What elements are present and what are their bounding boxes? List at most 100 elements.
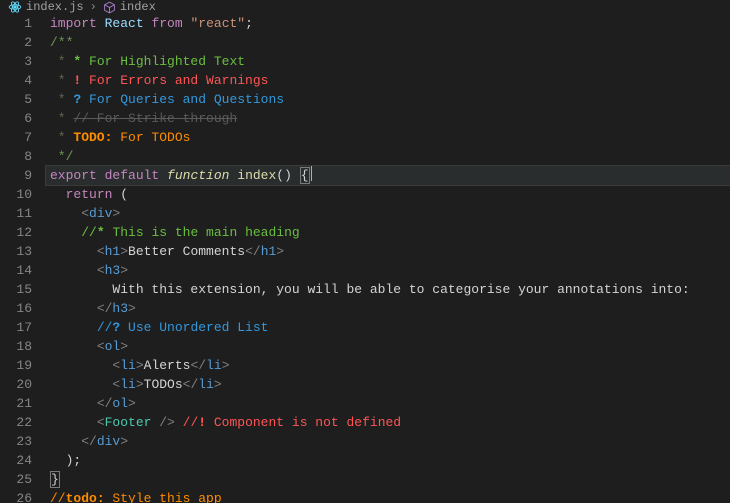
- code-line[interactable]: import React from "react";: [46, 14, 730, 33]
- code-token: [50, 339, 97, 354]
- line-number: 5: [0, 90, 32, 109]
- code-line[interactable]: </ol>: [46, 394, 730, 413]
- code-token: </: [245, 244, 261, 259]
- code-line[interactable]: * TODO: For TODOs: [46, 128, 730, 147]
- code-token: TODO:: [73, 130, 112, 145]
- line-number: 17: [0, 318, 32, 337]
- code-token: [292, 168, 300, 183]
- line-number: 18: [0, 337, 32, 356]
- code-token: </: [97, 301, 113, 316]
- code-line[interactable]: <li>TODOs</li>: [46, 375, 730, 394]
- code-token: *: [50, 111, 73, 126]
- code-token: [50, 396, 97, 411]
- code-token: React: [105, 16, 144, 31]
- code-line[interactable]: * * For Highlighted Text: [46, 52, 730, 71]
- code-token: For Errors and Warnings: [81, 73, 268, 88]
- code-token: *: [50, 73, 73, 88]
- code-token: function: [167, 168, 229, 183]
- line-number: 14: [0, 261, 32, 280]
- line-number: 6: [0, 109, 32, 128]
- code-token: }: [50, 471, 60, 488]
- line-number: 12: [0, 223, 32, 242]
- code-token: (: [112, 187, 128, 202]
- line-number: 20: [0, 375, 32, 394]
- code-editor[interactable]: 1234567891011121314151617181920212223242…: [0, 14, 730, 503]
- code-token: >: [276, 244, 284, 259]
- line-number-gutter: 1234567891011121314151617181920212223242…: [0, 14, 46, 503]
- code-token: from: [151, 16, 182, 31]
- breadcrumb[interactable]: index.js › index: [0, 0, 730, 14]
- text-cursor: [311, 166, 312, 181]
- code-token: >: [120, 244, 128, 259]
- line-number: 4: [0, 71, 32, 90]
- code-token: *: [50, 92, 73, 107]
- code-line[interactable]: }: [46, 470, 730, 489]
- code-token: [50, 377, 112, 392]
- code-line[interactable]: export default function index() {: [46, 166, 730, 185]
- code-line[interactable]: With this extension, you will be able to…: [46, 280, 730, 299]
- code-token: TODOs: [144, 377, 183, 392]
- code-line[interactable]: <h3>: [46, 261, 730, 280]
- code-token: </: [97, 396, 113, 411]
- code-token: ol: [112, 396, 128, 411]
- code-line[interactable]: );: [46, 451, 730, 470]
- code-token: (): [276, 168, 292, 183]
- code-token: li: [198, 377, 214, 392]
- code-token: default: [105, 168, 160, 183]
- code-area[interactable]: import React from "react";/** * * For Hi…: [46, 14, 730, 503]
- code-token: ;: [245, 16, 253, 31]
- code-line[interactable]: <li>Alerts</li>: [46, 356, 730, 375]
- code-line[interactable]: </div>: [46, 432, 730, 451]
- line-number: 15: [0, 280, 32, 299]
- code-token: Component is not defined: [206, 415, 401, 430]
- code-token: import: [50, 16, 97, 31]
- code-line[interactable]: <div>: [46, 204, 730, 223]
- line-number: 19: [0, 356, 32, 375]
- code-token: Alerts: [144, 358, 191, 373]
- breadcrumb-file[interactable]: index.js: [26, 0, 84, 14]
- line-number: 1: [0, 14, 32, 33]
- line-number: 22: [0, 413, 32, 432]
- code-token: [50, 225, 81, 240]
- breadcrumb-symbol[interactable]: index: [120, 0, 156, 14]
- code-line[interactable]: <Footer /> //! Component is not defined: [46, 413, 730, 432]
- code-line[interactable]: //* This is the main heading: [46, 223, 730, 242]
- code-token: >: [120, 339, 128, 354]
- code-token: *: [97, 225, 105, 240]
- code-token: >: [128, 301, 136, 316]
- code-token: li: [120, 358, 136, 373]
- code-line[interactable]: //? Use Unordered List: [46, 318, 730, 337]
- code-token: h3: [105, 263, 121, 278]
- code-token: "react": [190, 16, 245, 31]
- code-line[interactable]: /**: [46, 33, 730, 52]
- code-token: </: [81, 434, 97, 449]
- line-number: 3: [0, 52, 32, 71]
- code-token: >: [222, 358, 230, 373]
- code-token: Better Comments: [128, 244, 245, 259]
- code-line[interactable]: * // For Strike-through: [46, 109, 730, 128]
- code-token: [97, 168, 105, 183]
- code-token: [175, 415, 183, 430]
- code-token: index: [237, 168, 276, 183]
- code-token: div: [97, 434, 120, 449]
- code-token: />: [151, 415, 174, 430]
- code-line[interactable]: * ? For Queries and Questions: [46, 90, 730, 109]
- code-line[interactable]: return (: [46, 185, 730, 204]
- code-token: export: [50, 168, 97, 183]
- code-token: For Queries and Questions: [81, 92, 284, 107]
- code-token: This is the main heading: [105, 225, 300, 240]
- code-token: >: [136, 358, 144, 373]
- code-line[interactable]: * ! For Errors and Warnings: [46, 71, 730, 90]
- code-token: For TODOs: [112, 130, 190, 145]
- code-token: >: [120, 263, 128, 278]
- code-token: </: [183, 377, 199, 392]
- code-line[interactable]: */: [46, 147, 730, 166]
- code-line[interactable]: //todo: Style this app: [46, 489, 730, 503]
- code-line[interactable]: <ol>: [46, 337, 730, 356]
- line-number: 25: [0, 470, 32, 489]
- code-line[interactable]: <h1>Better Comments</h1>: [46, 242, 730, 261]
- code-token: </: [190, 358, 206, 373]
- code-token: );: [50, 453, 81, 468]
- line-number: 7: [0, 128, 32, 147]
- code-line[interactable]: </h3>: [46, 299, 730, 318]
